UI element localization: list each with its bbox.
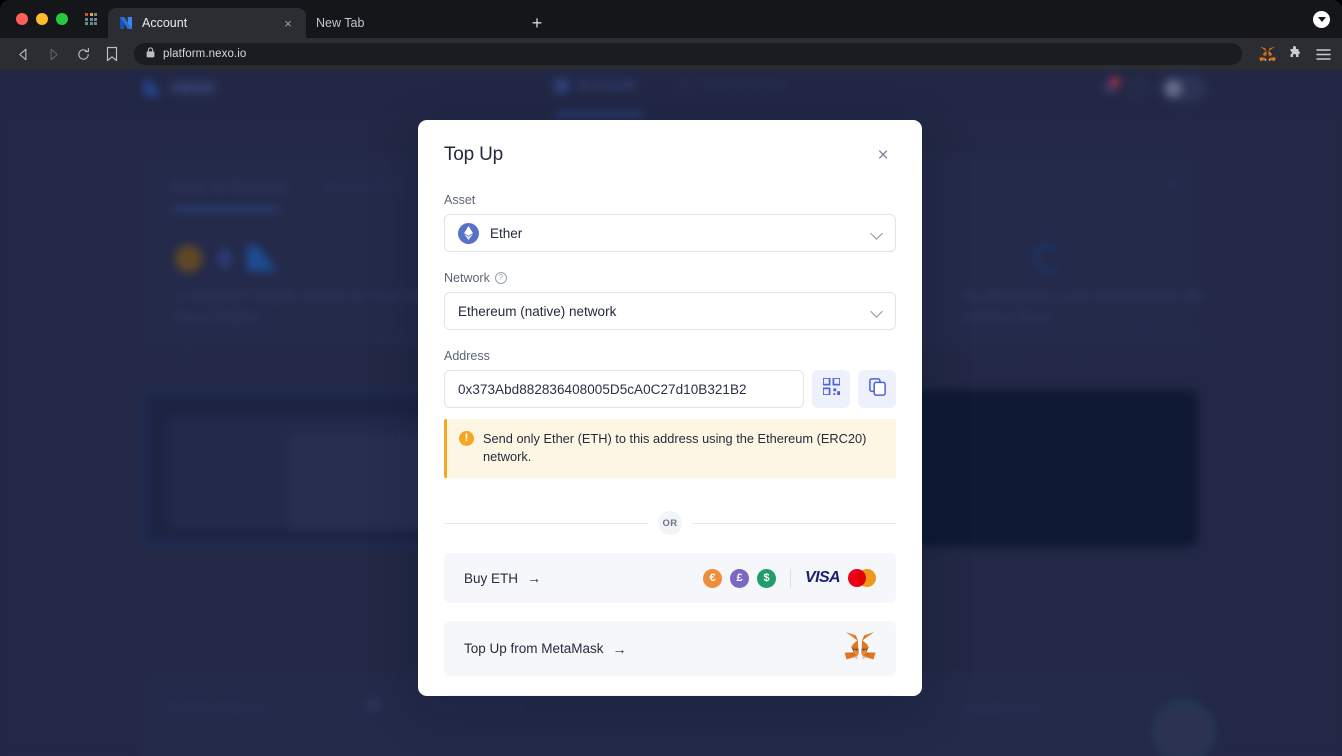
tab-grid-icon[interactable]	[78, 0, 104, 38]
nexo-favicon	[118, 16, 133, 31]
copy-button[interactable]	[858, 370, 896, 408]
new-tab-button[interactable]: +	[522, 8, 552, 38]
metamask-extension-icon[interactable]	[1258, 45, 1276, 63]
metamask-label-group: Top Up from MetaMask →	[464, 641, 627, 657]
address-label: Address	[444, 349, 896, 363]
qr-code-icon	[821, 377, 841, 400]
tab-strip: Account × New Tab +	[0, 0, 1342, 38]
important-notes-row[interactable]: i Important Notes	[444, 695, 896, 696]
ethereum-icon	[458, 222, 479, 244]
payment-divider	[790, 568, 792, 588]
window-traffic-lights	[10, 0, 78, 38]
arrow-right-icon: →	[612, 640, 627, 657]
euro-coin-icon: €	[703, 568, 723, 588]
mastercard-icon	[848, 569, 876, 588]
forward-button[interactable]	[40, 41, 66, 67]
address-bar-url: platform.nexo.io	[163, 48, 247, 60]
chevron-down-icon	[871, 227, 883, 239]
chevron-down-icon	[871, 305, 883, 317]
reload-button[interactable]	[70, 41, 96, 67]
metamask-fox-icon	[844, 631, 876, 666]
chevron-down-circle-icon[interactable]	[1313, 10, 1330, 28]
payment-icons: € £ $ VISA	[703, 568, 876, 588]
maximize-window-button[interactable]	[56, 13, 68, 25]
copy-icon	[868, 377, 886, 401]
puzzle-piece-icon[interactable]	[1286, 45, 1304, 63]
network-label: Network ?	[444, 271, 896, 285]
divider-line-right	[692, 522, 896, 524]
arrow-right-icon: →	[527, 570, 542, 587]
question-mark-icon[interactable]: ?	[494, 272, 507, 284]
buy-eth-row[interactable]: Buy ETH → € £ $ VISA	[444, 553, 896, 604]
lock-icon	[146, 45, 155, 63]
buy-eth-label: Buy ETH	[464, 570, 519, 586]
buy-eth-label-group: Buy ETH →	[464, 570, 541, 586]
tab-close-button[interactable]: ×	[280, 15, 296, 31]
modal-title: Top Up	[444, 144, 504, 165]
asset-label-text: Asset	[444, 193, 476, 207]
qr-code-button[interactable]	[812, 370, 850, 408]
warning-banner: ! Send only Ether (ETH) to this address …	[444, 419, 896, 479]
tab-title: New Tab	[316, 16, 365, 30]
toolbar-right-icons	[1246, 45, 1332, 63]
warning-text: Send only Ether (ETH) to this address us…	[483, 431, 867, 465]
asset-label: Asset	[444, 193, 896, 207]
tab-title: Account	[142, 16, 188, 30]
pound-coin-icon: £	[730, 568, 750, 588]
asset-select[interactable]: Ether	[444, 214, 896, 252]
tab-account[interactable]: Account ×	[108, 8, 306, 38]
hamburger-menu-icon[interactable]	[1314, 45, 1332, 63]
warning-icon: !	[459, 431, 474, 446]
tab-new-tab[interactable]: New Tab	[306, 8, 516, 38]
dollar-coin-icon: $	[757, 568, 777, 588]
network-label-text: Network	[444, 271, 490, 285]
visa-icon: VISA	[805, 569, 841, 587]
metamask-label: Top Up from MetaMask	[464, 641, 604, 657]
close-window-button[interactable]	[16, 13, 28, 25]
address-label-text: Address	[444, 349, 490, 363]
modal-header: Top Up ×	[444, 120, 896, 174]
page-viewport: nexo Account Transactions 3 ? How to Bor…	[0, 70, 1342, 756]
or-divider: OR	[444, 511, 896, 536]
metamask-row[interactable]: Top Up from MetaMask →	[444, 621, 896, 677]
address-row: 0x373Abd882836408005D5cA0C27d10B321B2	[444, 370, 896, 408]
top-up-modal: Top Up × Asset Ether Network ? Ethereum …	[418, 120, 922, 696]
asset-select-value: Ether	[490, 225, 523, 241]
minimize-window-button[interactable]	[36, 13, 48, 25]
network-select[interactable]: Ethereum (native) network	[444, 292, 896, 330]
close-icon[interactable]: ×	[870, 142, 896, 168]
network-select-value: Ethereum (native) network	[458, 303, 617, 319]
grid-glyph-icon	[85, 13, 97, 25]
back-button[interactable]	[10, 41, 36, 67]
address-bar[interactable]: platform.nexo.io	[134, 43, 1242, 65]
bookmark-icon[interactable]	[100, 42, 124, 66]
browser-window: Account × New Tab + platform.nexo.io nex…	[0, 0, 1342, 756]
tab-strip-right-corner	[1222, 0, 1342, 38]
browser-toolbar: platform.nexo.io	[0, 38, 1342, 70]
address-input[interactable]: 0x373Abd882836408005D5cA0C27d10B321B2	[444, 370, 804, 408]
or-chip: OR	[658, 511, 682, 536]
divider-line-left	[444, 522, 648, 524]
